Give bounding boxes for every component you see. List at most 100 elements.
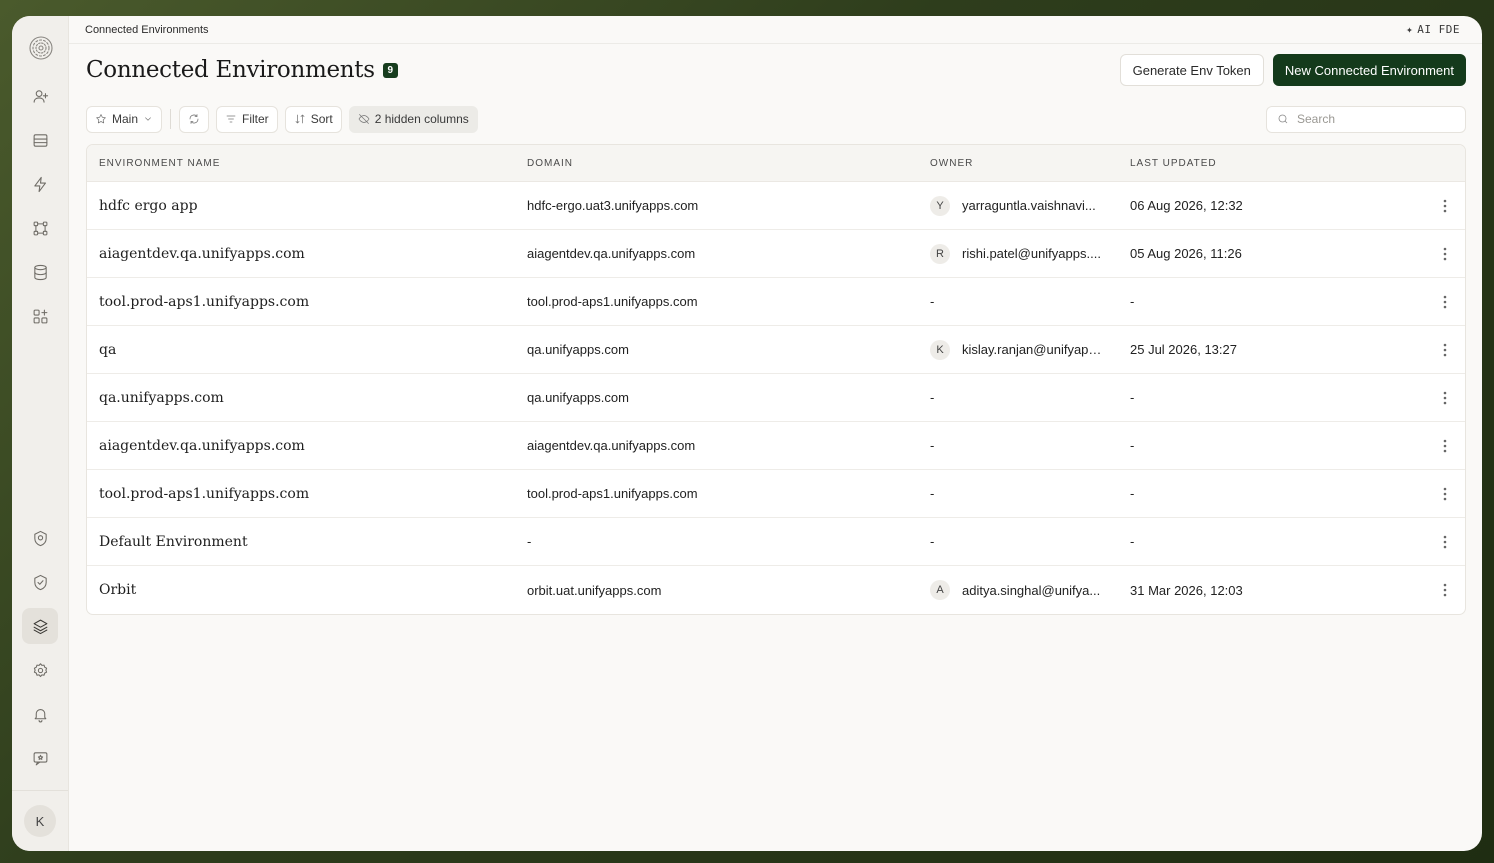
database-icon[interactable]	[22, 254, 58, 290]
chevron-down-icon	[145, 117, 151, 121]
owner-email: -	[930, 390, 935, 405]
sort-button[interactable]: Sort	[284, 105, 342, 133]
feedback-icon[interactable]	[22, 740, 58, 776]
toolbar: Main Filter Sort 2 hidden columns	[86, 105, 1466, 133]
star-icon	[96, 114, 106, 124]
owner-cell: -	[930, 390, 934, 405]
new-connected-environment-button[interactable]: New Connected Environment	[1272, 54, 1466, 86]
environment-name: tool.prod-aps1.unifyapps.com	[99, 293, 310, 310]
environment-domain: -	[527, 534, 532, 549]
spiral-logo-icon[interactable]	[23, 30, 59, 66]
column-header-last-updated[interactable]: Last Updated	[1130, 158, 1217, 169]
last-updated: 31 Mar 2026, 12:03	[1130, 582, 1243, 598]
shield-badge-icon[interactable]	[22, 520, 58, 556]
table-row[interactable]: Default Environment - - -	[87, 518, 1465, 566]
toolbar-divider	[170, 109, 172, 129]
row-menu-button[interactable]	[1437, 580, 1453, 600]
sort-icon	[295, 114, 305, 124]
user-avatar[interactable]: K	[24, 805, 56, 837]
environment-name: qa	[99, 341, 117, 358]
last-updated: -	[1130, 438, 1135, 453]
row-menu-button[interactable]	[1437, 292, 1453, 312]
ai-fde-label: AI FDE	[1417, 23, 1460, 36]
table-row[interactable]: aiagentdev.qa.unifyapps.com aiagentdev.q…	[87, 422, 1465, 470]
settings-icon[interactable]	[22, 652, 58, 688]
table-row[interactable]: tool.prod-aps1.unifyapps.com tool.prod-a…	[87, 278, 1465, 326]
workflow-icon[interactable]	[22, 210, 58, 246]
more-vertical-icon	[1443, 391, 1447, 404]
main-content: Connected Environments ✦ AI FDE Connecte…	[69, 16, 1482, 851]
column-header-domain[interactable]: Domain	[527, 158, 573, 169]
bell-icon[interactable]	[22, 696, 58, 732]
owner-avatar: K	[930, 339, 950, 360]
more-vertical-icon	[1443, 247, 1447, 260]
topbar: Connected Environments ✦ AI FDE	[69, 16, 1482, 44]
ai-fde-button[interactable]: ✦ AI FDE	[1406, 23, 1460, 36]
owner-email: yarraguntla.vaishnavi...	[962, 198, 1096, 213]
last-updated: -	[1130, 294, 1135, 309]
last-updated: -	[1130, 486, 1135, 501]
column-header-owner[interactable]: Owner	[930, 158, 973, 169]
layers-icon[interactable]	[22, 608, 58, 644]
owner-email: -	[930, 486, 935, 501]
owner-cell: Y yarraguntla.vaishnavi...	[930, 195, 1096, 216]
filter-icon	[226, 115, 236, 123]
table-row[interactable]: qa qa.unifyapps.com K kislay.ranjan@unif…	[87, 326, 1465, 374]
row-menu-button[interactable]	[1437, 244, 1453, 264]
more-vertical-icon	[1443, 295, 1447, 308]
hidden-columns-button[interactable]: 2 hidden columns	[348, 105, 478, 133]
last-updated: -	[1130, 534, 1135, 549]
row-menu-button[interactable]	[1437, 436, 1453, 456]
hidden-columns-label: 2 hidden columns	[374, 112, 469, 126]
environment-name: aiagentdev.qa.unifyapps.com	[99, 245, 305, 262]
row-menu-button[interactable]	[1437, 340, 1453, 360]
refresh-button[interactable]	[179, 105, 210, 133]
environment-name: tool.prod-aps1.unifyapps.com	[99, 485, 310, 502]
filter-button[interactable]: Filter	[216, 105, 278, 133]
search-box[interactable]	[1266, 105, 1466, 133]
owner-email: -	[930, 294, 935, 309]
owner-avatar: R	[930, 243, 950, 264]
owner-email: -	[930, 534, 935, 549]
owner-avatar: A	[930, 580, 950, 600]
last-updated: 25 Jul 2026, 13:27	[1130, 342, 1237, 357]
lightning-icon[interactable]	[22, 166, 58, 202]
environment-name: aiagentdev.qa.unifyapps.com	[99, 437, 305, 454]
table-row[interactable]: qa.unifyapps.com qa.unifyapps.com - -	[87, 374, 1465, 422]
owner-email: aditya.singhal@unifya...	[962, 582, 1101, 598]
table-row[interactable]: aiagentdev.qa.unifyapps.com aiagentdev.q…	[87, 230, 1465, 278]
last-updated: 05 Aug 2026, 11:26	[1130, 246, 1242, 261]
more-vertical-icon	[1443, 343, 1447, 356]
refresh-icon	[189, 114, 199, 124]
owner-cell: K kislay.ranjan@unifyapp...	[930, 339, 1106, 360]
owner-email: -	[930, 438, 935, 453]
generate-env-token-button[interactable]: Generate Env Token	[1119, 54, 1264, 86]
sidebar: K	[12, 16, 69, 851]
row-menu-button[interactable]	[1437, 532, 1453, 552]
eye-off-icon	[358, 114, 370, 124]
environment-domain: aiagentdev.qa.unifyapps.com	[527, 438, 696, 453]
environment-domain: aiagentdev.qa.unifyapps.com	[527, 246, 696, 261]
view-selector[interactable]: Main	[86, 105, 163, 133]
user-plus-icon[interactable]	[22, 78, 58, 114]
search-input[interactable]	[1297, 112, 1447, 126]
view-label: Main	[112, 112, 139, 126]
table-row[interactable]: tool.prod-aps1.unifyapps.com tool.prod-a…	[87, 470, 1465, 518]
more-vertical-icon	[1443, 487, 1447, 500]
shield-check-icon[interactable]	[22, 564, 58, 600]
app-window: K Connected Environments ✦ AI FDE Connec…	[12, 16, 1482, 851]
row-menu-button[interactable]	[1437, 388, 1453, 408]
apps-icon[interactable]	[22, 298, 58, 334]
table-row[interactable]: hdfc ergo app hdfc-ergo.uat3.unifyapps.c…	[87, 182, 1465, 230]
row-menu-button[interactable]	[1437, 196, 1453, 216]
breadcrumb[interactable]: Connected Environments	[85, 24, 209, 36]
table-row[interactable]: Orbit orbit.uat.unifyapps.com A aditya.s…	[87, 566, 1465, 614]
page-title: Connected Environments	[86, 57, 375, 83]
owner-email: rishi.patel@unifyapps....	[962, 246, 1101, 261]
row-menu-button[interactable]	[1437, 484, 1453, 504]
inbox-icon[interactable]	[22, 122, 58, 158]
count-badge: 9	[382, 62, 398, 78]
column-header-name[interactable]: Environment Name	[99, 158, 220, 169]
sidebar-divider	[12, 790, 68, 791]
environment-domain: tool.prod-aps1.unifyapps.com	[527, 294, 698, 309]
